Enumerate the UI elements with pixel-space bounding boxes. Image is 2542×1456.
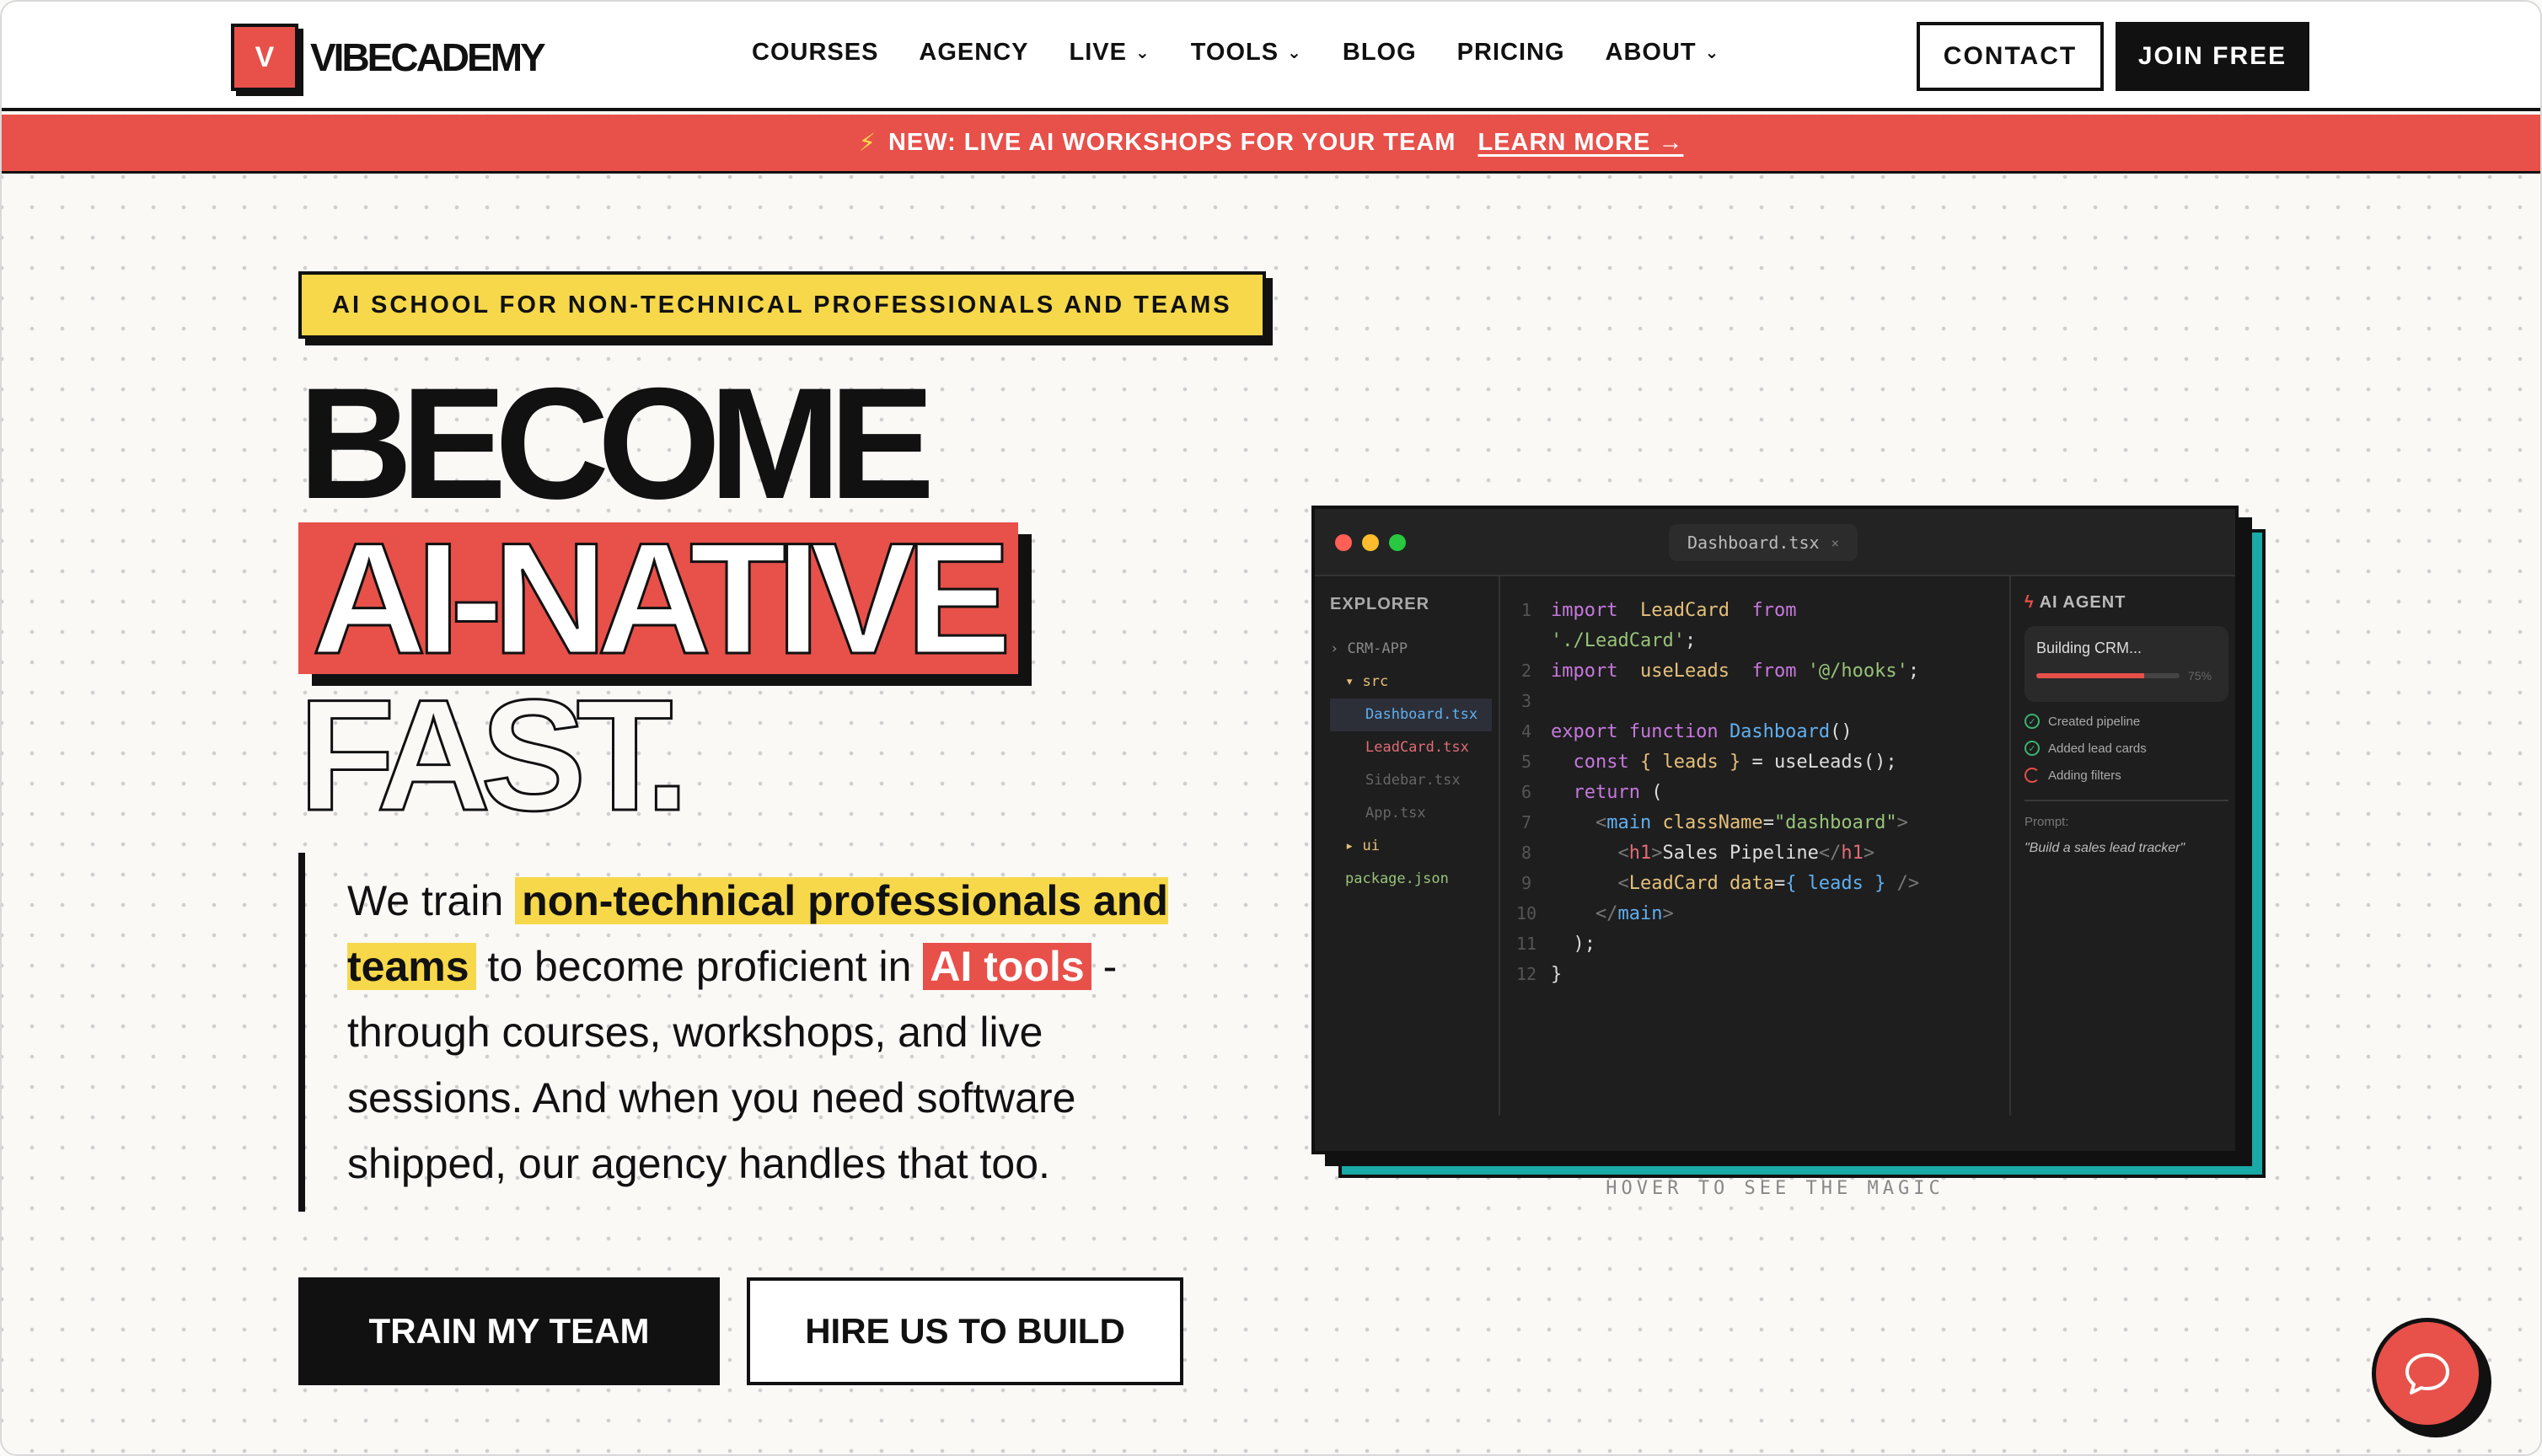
hire-us-button[interactable]: HIRE US TO BUILD — [747, 1277, 1183, 1385]
code-line: 11 ); — [1515, 934, 1595, 955]
editor-tab[interactable]: Dashboard.tsx × — [1669, 524, 1858, 561]
code-line: 3 — [1520, 691, 1532, 711]
announcement-bar: ⚡ NEW: LIVE AI WORKSHOPS FOR YOUR TEAM L… — [2, 115, 2540, 174]
agent-title: ϟ AI AGENT — [2024, 593, 2228, 613]
ai-agent-panel: ϟ AI AGENT Building CRM... 75% ✓ Created p… — [2009, 576, 2235, 1116]
file-explorer: EXPLORER › CRM-APP ▾ src Dashboard.tsx L… — [1315, 576, 1500, 1116]
prompt-text: "Build a sales lead tracker" — [2024, 841, 2185, 855]
nav-agency[interactable]: AGENCY — [919, 39, 1028, 67]
code-line: 2 import useLeads from '@/hooks'; — [1520, 661, 1920, 682]
code-line: 10 </main> — [1515, 903, 1674, 924]
chevron-down-icon: ⌄ — [1134, 44, 1150, 62]
code-line: 8 <h1>Sales Pipeline</h1> — [1520, 843, 1875, 864]
progress-label: 75% — [2188, 669, 2212, 682]
step-label: Created pipeline — [2048, 714, 2141, 729]
prompt-label: Prompt: — [2024, 815, 2069, 829]
minimize-dot-icon — [1362, 534, 1379, 551]
progress-track — [2036, 673, 2180, 678]
check-circle-icon: ✓ — [2024, 714, 2040, 729]
code-line: 1 import LeadCard from — [1520, 600, 1797, 621]
code-line: 9 <LeadCard data={ leads } /> — [1520, 873, 1920, 894]
divider — [2024, 800, 2228, 801]
agent-title-text: AI AGENT — [2039, 593, 2126, 612]
explorer-item-active[interactable]: Dashboard.tsx — [1330, 699, 1492, 731]
announcement-text: NEW: LIVE AI WORKSHOPS FOR YOUR TEAM — [888, 129, 1456, 156]
nav-label: PRICING — [1456, 39, 1565, 66]
chat-bubble-icon — [2405, 1353, 2449, 1394]
explorer-item[interactable]: App.tsx — [1330, 797, 1499, 830]
check-circle-icon: ✓ — [2024, 741, 2040, 756]
chevron-down-icon: ⌄ — [1704, 44, 1720, 62]
nav-label: AGENCY — [919, 39, 1029, 66]
main-nav: COURSES AGENCY LIVE ⌄ TOOLS ⌄ BLOG PRICING… — [752, 39, 1760, 67]
code-line: 6 return ( — [1520, 782, 1663, 803]
hover-hint: HOVER TO SEE THE MAGIC — [1606, 1178, 1944, 1199]
code-editor-mockup[interactable]: Dashboard.tsx × EXPLORER › CRM-APP ▾ src … — [1311, 506, 2239, 1154]
logo-wordmark: VIBECADEMY — [310, 35, 546, 79]
chat-button[interactable] — [2372, 1318, 2483, 1429]
nav-pricing[interactable]: PRICING — [1457, 39, 1565, 67]
close-icon[interactable]: × — [1831, 535, 1840, 551]
nav-about[interactable]: ABOUT ⌄ — [1606, 39, 1720, 67]
nav-label: LIVE — [1069, 39, 1127, 66]
explorer-item[interactable]: Sidebar.tsx — [1330, 764, 1499, 797]
nav-label: COURSES — [752, 39, 879, 66]
spinner-icon — [2024, 768, 2040, 783]
logo-mark: V — [231, 24, 298, 91]
hero-heading-line3: FAST. — [298, 666, 691, 843]
explorer-item[interactable]: ▸ ui — [1330, 830, 1499, 863]
desc-text: We train — [347, 877, 516, 924]
contact-button[interactable]: CONTACT — [1917, 22, 2104, 91]
agent-status: Building CRM... — [2036, 640, 2142, 656]
hero-heading-line2: AI-NATIVE — [298, 518, 1019, 679]
hero-heading-line1: BECOME — [298, 355, 935, 532]
nav-live[interactable]: LIVE ⌄ — [1070, 39, 1150, 67]
logo[interactable]: V VIBECADEMY — [231, 24, 546, 91]
train-my-team-button[interactable]: TRAIN MY TEAM — [298, 1277, 720, 1385]
chevron-down-icon: ⌄ — [1287, 44, 1302, 62]
explorer-item[interactable]: package.json — [1330, 863, 1499, 896]
page-frame: V VIBECADEMY COURSES AGENCY LIVE ⌄ TOOLS ⌄… — [0, 0, 2542, 1456]
learn-more-link[interactable]: LEARN MORE → — [1477, 129, 1683, 157]
desc-text: to become proficient in — [475, 943, 924, 990]
close-dot-icon — [1335, 534, 1352, 551]
hero-description: We train non-technical professionals and… — [298, 853, 1209, 1212]
step-label: Added lead cards — [2048, 741, 2147, 756]
code-line: 12} — [1515, 964, 1563, 985]
agent-step: ✓ Created pipeline — [2024, 714, 2228, 729]
nav-label: ABOUT — [1605, 39, 1697, 66]
hero-tag: AI SCHOOL FOR NON-TECHNICAL PROFESSIONAL… — [298, 271, 1266, 339]
join-free-button[interactable]: JOIN FREE — [2116, 22, 2309, 91]
code-line: 5 const { leads } = useLeads(); — [1520, 752, 1897, 773]
nav-blog[interactable]: BLOG — [1343, 39, 1417, 67]
step-label: Adding filters — [2048, 768, 2121, 783]
agent-progress: 75% — [2036, 669, 2217, 682]
editor-titlebar: Dashboard.tsx × — [1315, 509, 2235, 576]
nav-courses[interactable]: COURSES — [752, 39, 878, 67]
agent-step: ✓ Added lead cards — [2024, 741, 2228, 756]
nav-tools[interactable]: TOOLS ⌄ — [1191, 39, 1302, 67]
agent-status-card: Building CRM... 75% — [2024, 626, 2228, 702]
explorer-title: EXPLORER — [1330, 595, 1430, 613]
explorer-item[interactable]: ▾ src — [1330, 666, 1499, 699]
site-header: V VIBECADEMY COURSES AGENCY LIVE ⌄ TOOLS ⌄… — [2, 2, 2540, 111]
progress-fill — [2036, 673, 2144, 678]
code-line: 4 export function Dashboard() — [1520, 721, 1853, 742]
explorer-item[interactable]: LeadCard.tsx — [1330, 731, 1499, 764]
agent-step: Adding filters — [2024, 768, 2228, 783]
explorer-item[interactable]: › CRM-APP — [1330, 633, 1499, 666]
code-area: 1 import LeadCard from './LeadCard'; 2 imp… — [1502, 576, 2008, 1116]
tab-label: Dashboard.tsx — [1687, 533, 1820, 553]
bolt-icon: ϟ — [2024, 593, 2035, 612]
nav-label: TOOLS — [1190, 39, 1279, 66]
bolt-icon: ⚡ — [858, 130, 877, 157]
maximize-dot-icon — [1389, 534, 1406, 551]
code-line: 7 <main className="dashboard"> — [1520, 812, 1908, 833]
code-line: './LeadCard'; — [1551, 630, 1697, 651]
nav-label: BLOG — [1342, 39, 1417, 66]
desc-highlight-tools: AI tools — [923, 943, 1091, 990]
